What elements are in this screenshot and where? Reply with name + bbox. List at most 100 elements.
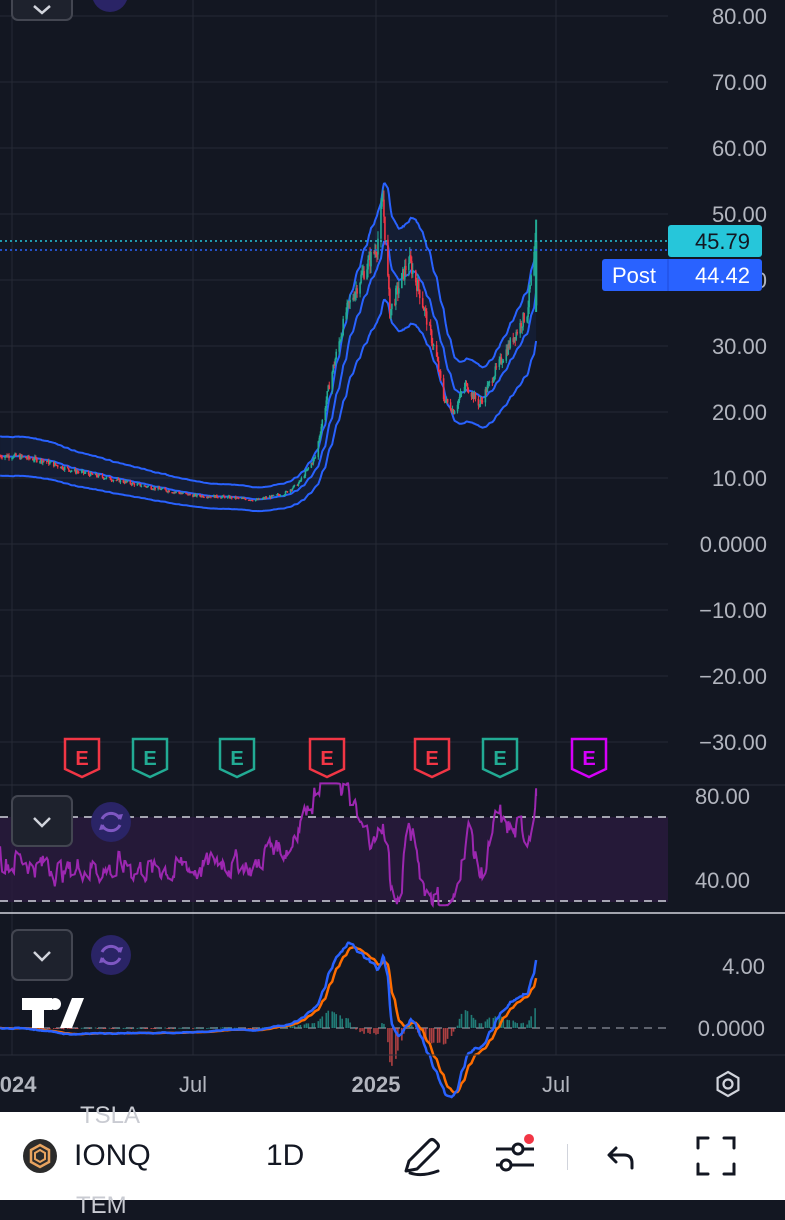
candle-body [367,259,369,270]
candle-body [317,441,320,458]
candle-body [326,391,329,401]
macd-axis-label: 0.0000 [698,1016,765,1041]
macd-hist-bar [363,1028,365,1034]
earnings-marker[interactable]: E [570,737,608,779]
earnings-marker[interactable]: E [308,737,346,779]
undo-button[interactable] [604,1112,640,1200]
rsi-axis: 80.00 40.00 [695,784,750,893]
candle-body [291,488,294,491]
indicator-sync-icon[interactable] [92,0,128,12]
collapse-main-button[interactable] [11,0,73,21]
macd-hist-bar [194,1027,196,1029]
macd-hist-bar [438,1028,441,1043]
candle-body [417,279,420,290]
collapse-macd-button[interactable] [11,929,73,981]
indicators-button[interactable] [492,1112,538,1200]
macd-hist-bar [66,1028,69,1029]
macd-hist-bar [80,1027,83,1029]
candle-body [196,494,198,497]
earnings-marker[interactable]: E [481,737,519,779]
macd-hist-bar [516,1023,519,1028]
macd-hist-bar [450,1028,453,1036]
macd-hist-bar [140,1027,143,1029]
rsi-sync-icon[interactable] [91,802,131,842]
price-axis-label: 60.00 [712,136,767,161]
macd-hist-bar [345,1018,347,1028]
candle-body [258,498,261,500]
macd-hist-bar [48,1028,51,1029]
macd-hist-bar [138,1027,141,1029]
macd-hist-bar [96,1028,99,1029]
macd-hist-bar [216,1027,218,1029]
macd-hist-bar [178,1027,180,1029]
macd-hist-bar [526,1024,528,1028]
settings-gear-icon[interactable] [716,1070,740,1098]
macd-hist-bar [458,1018,461,1028]
macd-hist-bar [474,1019,477,1028]
interval-selector[interactable]: 1D [266,1112,304,1200]
candle-body [411,270,414,275]
macd-hist-bar [90,1027,93,1029]
candle-body [140,485,143,487]
candle-body [70,470,73,472]
macd-hist-bar [317,1021,320,1028]
earnings-marker[interactable]: E [63,737,101,779]
macd-hist-bar [528,1020,530,1028]
candle-body [1,457,3,459]
macd-hist-bar [367,1028,369,1033]
candle-body [84,472,87,474]
candle-body [244,498,247,500]
macd-hist-bar [283,1027,286,1029]
macd-hist-bar [430,1028,433,1044]
macd-hist-bar [488,1017,491,1028]
candle-body [377,238,379,255]
macd-sync-icon[interactable] [91,935,131,975]
candle-body [91,473,94,475]
drawing-tool-button[interactable] [398,1112,444,1200]
macd-hist-bar [160,1027,162,1029]
candle-body [370,252,372,267]
macd-hist-bar [349,1022,351,1028]
chart-svg[interactable]: 80.00 70.00 60.00 50.00 40.00 30.00 20.00 10.00… [0,0,785,1112]
macd-hist-bar [168,1028,170,1029]
earnings-marker[interactable]: E [131,737,169,779]
macd-hist-bar [432,1028,435,1043]
macd-hist-bar [102,1028,105,1029]
candle-body [388,275,390,290]
macd-hist-bar [327,1010,330,1028]
collapse-rsi-button[interactable] [11,795,73,847]
macd-hist-bar [353,1027,355,1029]
macd-hist-bar [214,1027,216,1029]
candle-body [321,420,324,427]
macd-hist-bar [224,1027,226,1029]
macd-hist-bar [54,1028,57,1029]
macd-hist-bar [460,1013,463,1028]
fullscreen-button[interactable] [694,1112,738,1200]
macd-hist-bar [144,1028,147,1029]
earnings-marker[interactable]: E [413,737,451,779]
macd-signal-line [0,945,538,1094]
macd-hist-bar [84,1027,87,1029]
candle-body [405,265,407,271]
candle-body [384,216,386,240]
macd-hist-bar [466,1011,469,1028]
candle-body [432,345,435,347]
macd-hist-bar [174,1027,176,1029]
earnings-markers[interactable]: EEEEEEE [63,737,608,779]
candle-body [453,411,456,415]
macd-hist-bar [68,1028,71,1029]
macd-hist-bar [325,1012,328,1028]
macd-hist-bar [303,1024,306,1028]
candle-body [530,275,532,286]
earnings-marker[interactable]: E [218,737,256,779]
price-tag-value: 45.79 [695,229,750,254]
macd-hist-bar [397,1028,399,1051]
macd-hist-bar [257,1027,260,1029]
candle-body [533,251,535,276]
macd-hist-bar [373,1028,375,1034]
symbol-selector[interactable]: IONQ [22,1112,151,1200]
earnings-label: E [143,748,156,770]
price-axis-label: −30.00 [699,730,767,755]
band-fill [0,183,537,512]
macd-hist-bar [136,1027,139,1029]
